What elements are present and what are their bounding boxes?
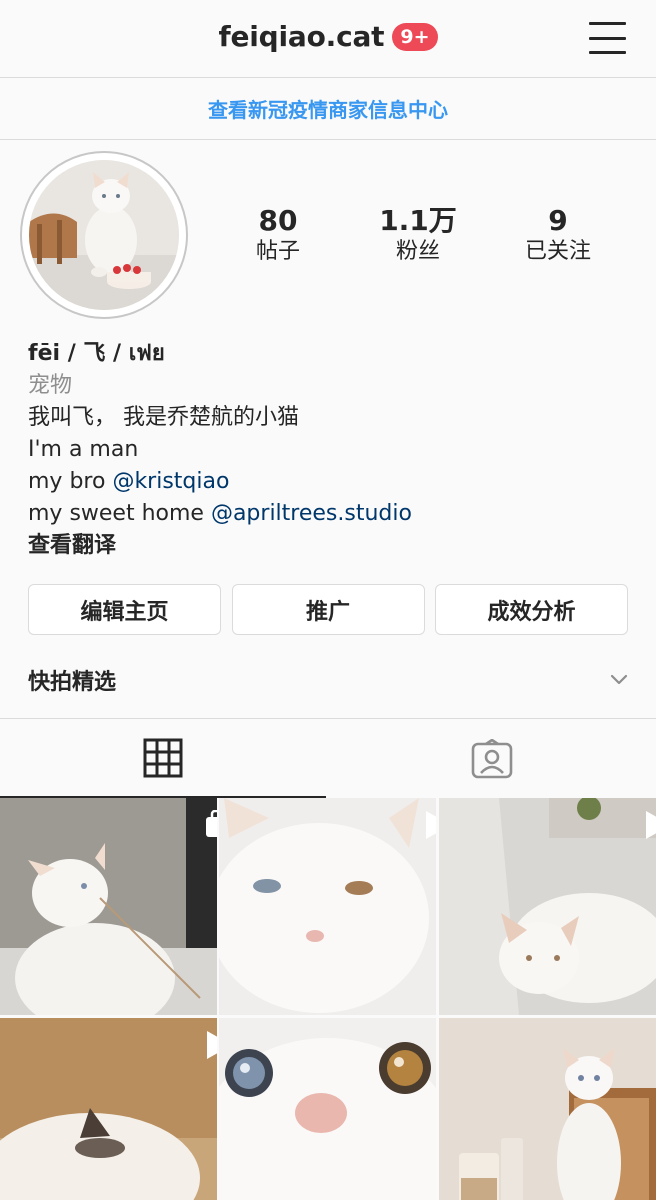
mention-link[interactable]: @apriltrees.studio <box>211 501 412 526</box>
chevron-down-icon <box>610 674 628 685</box>
bio-text: my sweet home <box>28 501 211 526</box>
followers-count[interactable]: 1.1万 粉丝 <box>348 205 488 267</box>
profile-stats: 80 帖子 1.1万 粉丝 9 已关注 <box>208 205 628 267</box>
bio-line: my sweet home @apriltrees.studio <box>28 498 628 530</box>
insights-button[interactable]: 成效分析 <box>435 584 628 635</box>
post-thumbnail[interactable] <box>0 798 217 1015</box>
grid-icon <box>143 738 183 777</box>
stat-value: 9 <box>548 204 568 237</box>
profile-tabs <box>0 718 656 798</box>
account-switcher[interactable]: feiqiao.cat 9+ <box>0 20 656 53</box>
post-image <box>219 1018 436 1200</box>
post-image <box>219 798 436 1015</box>
profile-category: 宠物 <box>28 373 73 398</box>
tab-tagged[interactable] <box>328 719 656 798</box>
profile-actions: 编辑主页 推广 成效分析 <box>28 584 628 635</box>
bio-text: my bro <box>28 469 113 494</box>
post-image <box>439 798 656 1015</box>
post-image <box>0 1018 217 1200</box>
avatar-cat-photo <box>29 160 179 310</box>
display-name: fēi / 飞 / เฟย <box>28 341 165 366</box>
promote-button[interactable]: 推广 <box>231 584 425 635</box>
avatar-ring[interactable] <box>20 151 188 319</box>
username-title[interactable]: feiqiao.cat <box>219 20 385 53</box>
stat-label: 粉丝 <box>395 239 440 264</box>
post-image <box>439 1018 656 1200</box>
post-thumbnail[interactable] <box>219 798 436 1015</box>
profile-page: feiqiao.cat 9+ 查看新冠疫情商家信息中心 80 帖子 1.1万 粉… <box>0 0 656 1200</box>
see-translation-link[interactable]: 查看翻译 <box>28 530 628 562</box>
bio-line: I'm a man <box>28 437 139 462</box>
avatar[interactable] <box>29 160 179 310</box>
posts-count[interactable]: 80 帖子 <box>208 205 348 267</box>
tab-grid[interactable] <box>0 719 326 798</box>
post-image <box>0 798 217 1015</box>
story-highlights-toggle[interactable]: 快拍精选 <box>28 660 628 700</box>
bio-line: my bro @kristqiao <box>28 466 628 498</box>
stat-label: 已关注 <box>524 239 591 264</box>
tagged-icon <box>471 738 513 778</box>
post-thumbnail[interactable] <box>0 1018 217 1200</box>
stat-value: 80 <box>258 204 298 237</box>
stat-label: 帖子 <box>255 239 300 264</box>
post-thumbnail[interactable] <box>219 1018 436 1200</box>
bio-line: 我叫飞， 我是乔楚航的小猫 <box>28 405 299 430</box>
top-bar: feiqiao.cat 9+ <box>0 0 656 78</box>
following-count[interactable]: 9 已关注 <box>488 205 628 267</box>
profile-bio: fēi / 飞 / เฟย 宠物 我叫飞， 我是乔楚航的小猫 I'm a man… <box>28 338 628 562</box>
menu-icon[interactable] <box>589 22 626 54</box>
covid-info-link[interactable]: 查看新冠疫情商家信息中心 <box>208 94 448 123</box>
post-grid <box>0 798 656 1200</box>
post-thumbnail[interactable] <box>439 798 656 1015</box>
notification-badge: 9+ <box>392 22 438 51</box>
post-thumbnail[interactable] <box>439 1018 656 1200</box>
covid-info-banner: 查看新冠疫情商家信息中心 <box>0 78 656 140</box>
edit-profile-button[interactable]: 编辑主页 <box>28 584 221 635</box>
stat-value: 1.1万 <box>379 204 457 237</box>
highlights-label: 快拍精选 <box>28 670 117 695</box>
mention-link[interactable]: @kristqiao <box>112 469 229 494</box>
